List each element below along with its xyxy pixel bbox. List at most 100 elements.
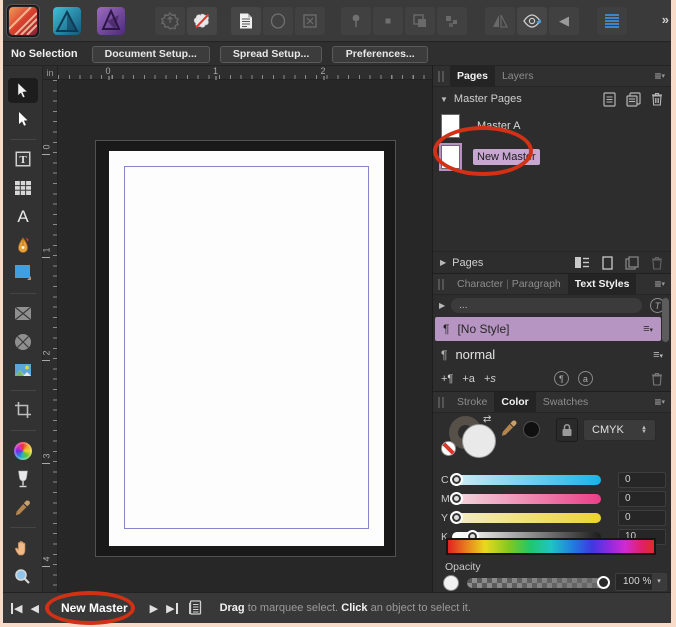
page-detail-view-button[interactable] [574, 256, 590, 269]
pin-button[interactable] [341, 6, 371, 35]
picture-frame-rectangle-tool[interactable] [8, 301, 38, 326]
text-styles-menu-icon[interactable]: ≡▾ [654, 277, 665, 291]
delete-page-button[interactable] [651, 256, 663, 270]
horizontal-ruler[interactable]: 0 1 2 [58, 66, 432, 85]
no-fill-icon[interactable] [441, 441, 456, 456]
tab-swatches[interactable]: Swatches [536, 392, 596, 412]
artistic-text-tool[interactable]: A [8, 203, 38, 228]
magenta-slider-handle[interactable] [450, 491, 463, 505]
opacity-slider[interactable] [467, 576, 610, 589]
style-filter-field[interactable]: ... [451, 298, 642, 313]
reapply-character-style-button[interactable]: a [577, 371, 593, 386]
no-warp-button[interactable] [187, 6, 217, 35]
toolbar-overflow-chevron[interactable]: » [662, 12, 669, 27]
vector-crop-tool[interactable] [8, 398, 38, 423]
previous-page-button[interactable]: ◀ [30, 602, 38, 615]
lock-button[interactable] [556, 418, 578, 442]
designer-persona-button[interactable] [51, 5, 83, 37]
ruler-unit-label[interactable]: in [43, 66, 58, 80]
scatter-button[interactable] [437, 6, 467, 35]
add-group-style-button[interactable]: +s [484, 373, 496, 385]
master-page[interactable] [109, 151, 384, 546]
color-spectrum-bar[interactable] [446, 538, 656, 555]
current-page-label[interactable]: New Master [61, 601, 128, 615]
cyan-value[interactable]: 0 [618, 471, 666, 488]
add-character-style-button[interactable]: +a [462, 373, 475, 385]
color-panel-menu-icon[interactable]: ≡▾ [654, 395, 665, 409]
picture-frame-button[interactable] [295, 6, 325, 35]
master-a-label[interactable]: Master A [473, 118, 524, 134]
photo-persona-button[interactable] [95, 5, 127, 37]
publisher-persona-button[interactable] [7, 4, 39, 37]
panel-grip-icon[interactable] [438, 278, 444, 290]
tab-stroke[interactable]: Stroke [450, 392, 494, 412]
opacity-color-swatch[interactable] [443, 575, 459, 591]
place-image-tool[interactable] [8, 357, 38, 382]
new-document-button[interactable] [231, 6, 261, 35]
yellow-slider-handle[interactable] [450, 510, 463, 524]
vertical-ruler[interactable]: 0 1 2 3 4 [42, 80, 58, 592]
badge-tool-button[interactable] [155, 6, 185, 35]
style-row-normal[interactable]: ¶ normal ≡▾ [433, 342, 671, 367]
opacity-value-select[interactable]: 100 % ▾ [615, 573, 667, 591]
pages-panel-menu-icon[interactable]: ≡▾ [654, 69, 665, 83]
add-master-button[interactable] [603, 91, 616, 107]
transparency-tool[interactable] [8, 466, 38, 491]
group-button[interactable] [405, 6, 435, 35]
opacity-dropdown-icon[interactable]: ▾ [651, 574, 666, 590]
new-master-thumbnail[interactable] [439, 143, 462, 171]
filter-disclosure-icon[interactable]: ▶ [439, 301, 445, 310]
tab-pages[interactable]: Pages [450, 66, 495, 86]
rectangle-tool[interactable] [8, 260, 38, 285]
style-name[interactable]: normal [455, 347, 653, 362]
fill-tool[interactable] [8, 438, 38, 463]
style-name[interactable]: [No Style] [457, 322, 643, 336]
pen-tool[interactable] [8, 232, 38, 257]
last-page-button[interactable]: ▶ [166, 602, 178, 615]
fill-color-well[interactable] [462, 424, 496, 458]
tab-character[interactable]: Character [450, 274, 506, 294]
color-picker-tool[interactable] [8, 495, 38, 520]
yellow-slider[interactable] [450, 510, 601, 524]
duplicate-master-button[interactable] [626, 91, 641, 107]
tab-paragraph[interactable]: Paragraph [509, 274, 568, 294]
add-paragraph-style-button[interactable]: +¶ [441, 373, 453, 385]
style-row-no-style[interactable]: ¶ [No Style] ≡▾ [435, 317, 661, 341]
panel-grip-icon[interactable] [438, 70, 444, 82]
secondary-color-swatch[interactable] [523, 421, 540, 438]
frame-text-tool[interactable]: T [8, 147, 38, 172]
magenta-slider[interactable] [450, 491, 601, 505]
master-row-new[interactable]: New Master [433, 143, 671, 171]
master-pages-disclosure-icon[interactable]: ▼ [440, 95, 448, 104]
new-master-label[interactable]: New Master [473, 149, 540, 165]
panel-grip-icon[interactable] [438, 396, 444, 408]
delete-style-button[interactable] [651, 372, 663, 386]
zoom-tool[interactable] [8, 563, 38, 588]
magenta-value[interactable]: 0 [618, 490, 666, 507]
color-mode-select[interactable]: CMYK ▲ ▼ [583, 419, 656, 441]
pages-disclosure-icon[interactable]: ▶ [440, 258, 446, 267]
delete-master-button[interactable] [651, 92, 663, 107]
style-menu-icon[interactable]: ≡▾ [653, 349, 663, 361]
flip-button[interactable] [485, 6, 515, 35]
anchor-point-button[interactable] [373, 6, 403, 35]
style-menu-icon[interactable]: ≡▾ [643, 323, 653, 335]
add-spread-button[interactable] [625, 255, 639, 270]
document-setup-button[interactable]: Document Setup... [91, 45, 210, 63]
master-a-thumbnail[interactable] [441, 114, 460, 138]
add-page-button[interactable] [602, 255, 613, 270]
node-tool[interactable] [8, 106, 38, 131]
spread-setup-button[interactable]: Spread Setup... [219, 45, 323, 63]
color-picker-well[interactable] [501, 419, 518, 437]
place-ellipse-button[interactable] [263, 6, 293, 35]
first-page-button[interactable]: ◀ [11, 602, 22, 615]
preferences-button[interactable]: Preferences... [332, 45, 429, 63]
opacity-slider-handle[interactable] [597, 576, 610, 589]
view-tool[interactable] [8, 535, 38, 560]
tab-text-styles[interactable]: Text Styles [567, 274, 637, 294]
page-list-icon[interactable] [188, 600, 202, 616]
tab-layers[interactable]: Layers [495, 66, 541, 86]
next-page-button[interactable]: ▶ [150, 602, 158, 615]
picture-frame-ellipse-tool[interactable] [8, 329, 38, 354]
master-row-a[interactable]: Master A [433, 114, 671, 138]
